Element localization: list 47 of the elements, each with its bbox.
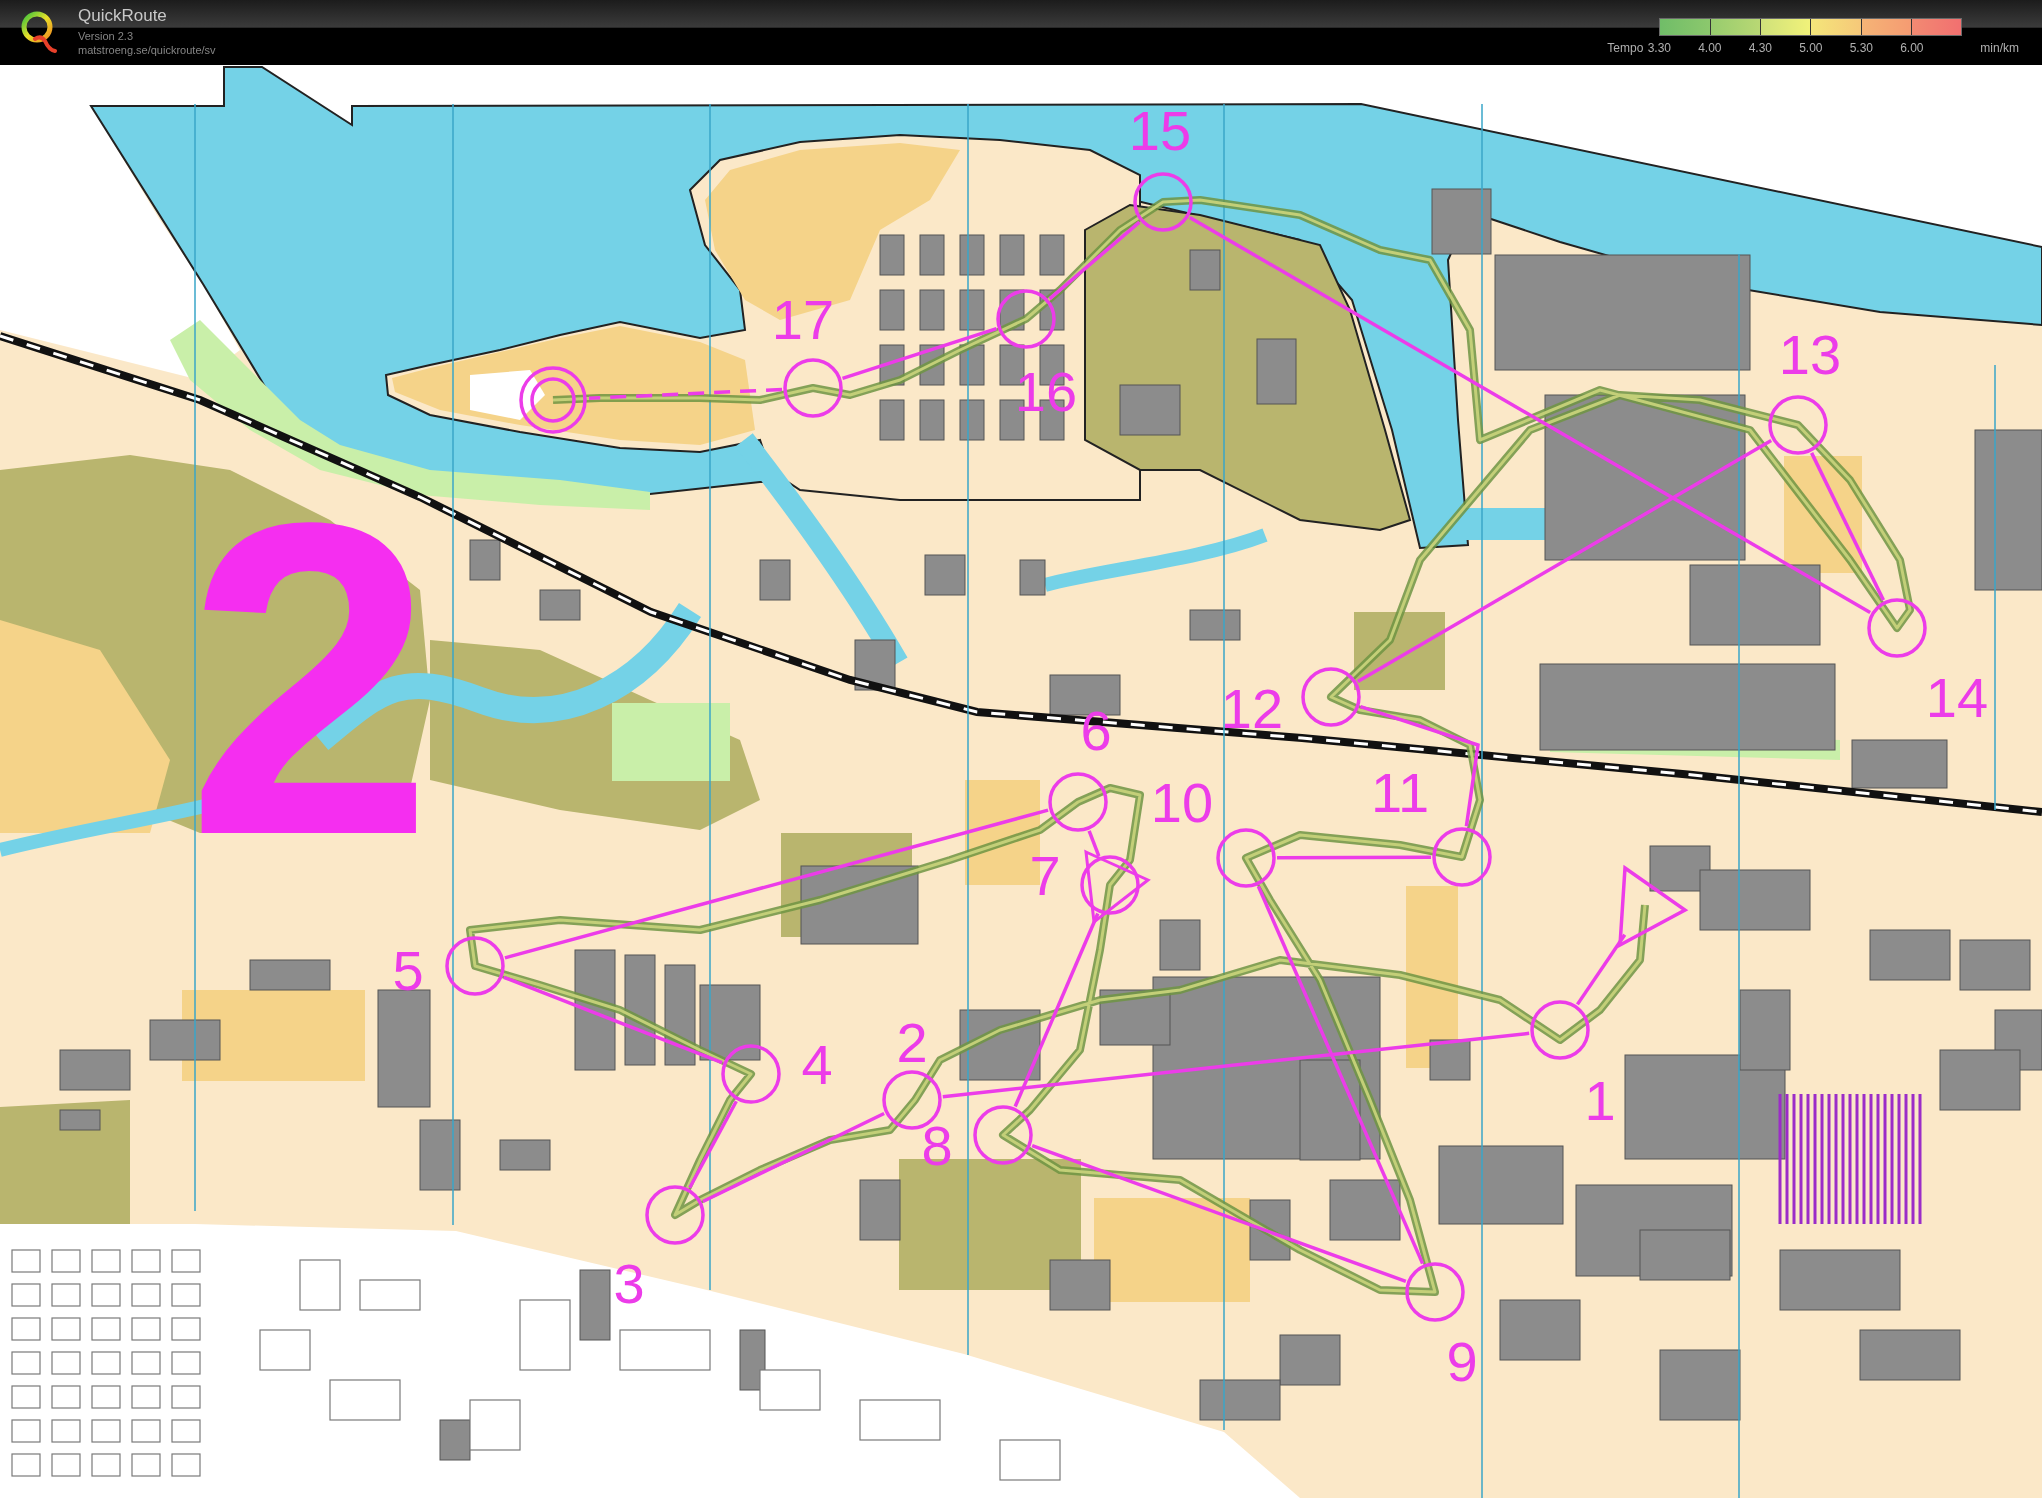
tempo-tick-label: 4.00 <box>1698 41 1722 55</box>
control-number: 17 <box>771 288 835 351</box>
control-circle <box>1301 667 1361 727</box>
control-circle <box>1048 772 1108 832</box>
control-number: 3 <box>613 1252 645 1315</box>
control-circle <box>1867 598 1927 658</box>
tempo-tick-label: 5.30 <box>1849 41 1873 55</box>
control-number: 7 <box>1029 844 1061 907</box>
finish-double-circle <box>519 366 587 434</box>
control-number: 13 <box>1778 323 1842 386</box>
course-part-number: 2 <box>186 430 434 927</box>
version-text: Version 2.3 <box>78 29 135 43</box>
control-circle <box>1432 827 1492 887</box>
control-circle <box>783 358 843 418</box>
control-circle <box>721 1044 781 1104</box>
control-circle <box>973 1105 1033 1165</box>
tempo-label: Tempo <box>1607 41 1644 55</box>
control-circle <box>645 1185 705 1245</box>
control-number: 12 <box>1220 677 1284 740</box>
tempo-tick-label: 5.00 <box>1799 41 1823 55</box>
control-circle <box>1768 395 1828 455</box>
control-number: 16 <box>1014 360 1078 423</box>
control-circle <box>1133 172 1193 232</box>
tempo-tick-label: 4.30 <box>1748 41 1772 55</box>
control-number: 8 <box>921 1114 953 1177</box>
control-number: 1 <box>1584 1069 1616 1132</box>
course-leg <box>1087 830 1101 857</box>
app-title: QuickRoute <box>78 6 168 26</box>
control-number: 15 <box>1128 99 1192 162</box>
control-number: 4 <box>801 1033 833 1096</box>
control-circle <box>1080 855 1140 915</box>
control-number: 9 <box>1446 1330 1478 1393</box>
tempo-tick-label: 3.30 <box>1647 41 1671 55</box>
control-circle <box>1530 1000 1590 1060</box>
logo-icon <box>20 10 57 54</box>
control-circle <box>1405 1262 1465 1322</box>
control-number: 10 <box>1150 771 1214 834</box>
control-number: 14 <box>1925 666 1989 729</box>
control-number: 11 <box>1370 761 1430 824</box>
website-url: matstroeng.se/quickroute/sv <box>78 43 216 57</box>
control-circle <box>445 936 505 996</box>
tempo-unit: min/km <box>1980 41 2019 55</box>
control-number: 5 <box>392 939 424 1002</box>
tempo-tick-label: 6.00 <box>1900 41 1924 55</box>
control-circle <box>996 289 1056 349</box>
control-circle <box>1216 828 1276 888</box>
control-number: 2 <box>896 1011 928 1074</box>
